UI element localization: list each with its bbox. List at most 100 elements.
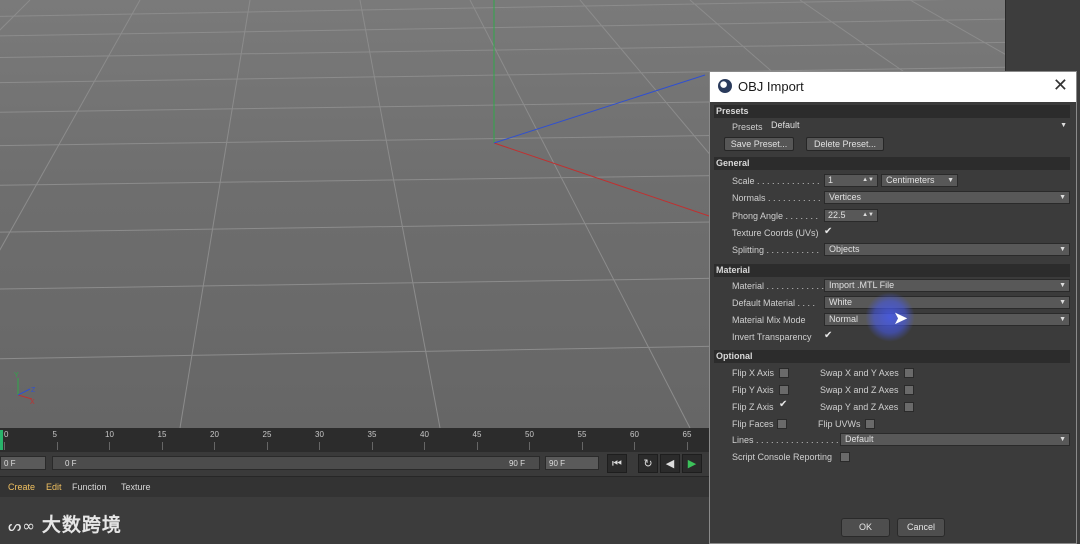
timeline-tick-mark: [109, 442, 110, 450]
chevron-down-icon: ▼: [1059, 316, 1066, 323]
swap-xz-checkbox[interactable]: [904, 385, 914, 395]
timeline-tick-mark: [424, 442, 425, 450]
skip-back-icon[interactable]: ⏮: [607, 454, 627, 473]
phong-angle-value: 22.5: [828, 210, 846, 220]
chevron-down-icon: ▼: [947, 177, 954, 184]
material-mix-mode-label: Material Mix Mode: [732, 315, 806, 325]
splitting-value: Objects: [829, 244, 860, 254]
presets-dropdown[interactable]: Default ▼: [767, 120, 1070, 133]
material-value: Import .MTL File: [829, 280, 895, 290]
playhead[interactable]: [0, 430, 3, 450]
watermark-text: 大数跨境: [41, 514, 122, 536]
timeline-tick-label: 20: [210, 430, 219, 439]
timeline-tick-label: 65: [682, 430, 692, 439]
scale-unit-dropdown[interactable]: Centimeters ▼: [881, 174, 958, 187]
scale-value: 1: [828, 175, 834, 185]
phong-angle-field[interactable]: 22.5 ▲▼: [824, 209, 878, 222]
normals-dropdown[interactable]: Vertices ▼: [824, 191, 1070, 204]
menu-create[interactable]: Create: [8, 482, 35, 492]
flip-x-checkbox[interactable]: [779, 368, 789, 378]
swap-xz-label: Swap X and Z Axes: [820, 385, 899, 395]
spinner-icon: ▲▼: [862, 177, 874, 183]
timeline-tick-mark: [371, 442, 373, 450]
scale-label: Scale . . . . . . . . . . . . .: [732, 176, 820, 186]
swap-xy-checkbox[interactable]: [904, 368, 914, 378]
flip-faces-checkbox[interactable]: [777, 419, 787, 429]
timeline-tick-label: 40: [420, 430, 429, 439]
frame-range-slider[interactable]: 0 F 90 F: [52, 456, 540, 470]
section-general[interactable]: General: [714, 157, 1070, 170]
flip-y-checkbox[interactable]: [779, 385, 789, 395]
splitting-dropdown[interactable]: Objects ▼: [824, 243, 1070, 256]
material-mix-mode-value: Normal: [829, 314, 859, 324]
cancel-button[interactable]: Cancel: [897, 518, 945, 537]
section-optional[interactable]: Optional: [714, 350, 1070, 363]
timeline-tick-label: 35: [367, 430, 377, 439]
script-console-checkbox[interactable]: [840, 452, 850, 462]
lines-dropdown[interactable]: Default ▼: [840, 433, 1070, 446]
axis-label-x: X: [30, 399, 35, 406]
timeline-tick-mark: [476, 442, 478, 450]
timeline-tick-mark: [581, 442, 583, 450]
play-icon[interactable]: ▶: [682, 454, 702, 473]
chevron-down-icon: ▼: [1059, 282, 1066, 289]
normals-value: Vertices: [829, 192, 862, 202]
current-frame-field[interactable]: 0 F: [0, 456, 46, 470]
mouse-cursor-icon: ➤: [893, 308, 909, 328]
timeline-tick-mark: [161, 442, 163, 450]
range-end-label: 90 F: [508, 459, 525, 468]
range-start-label: 0 F: [65, 459, 77, 468]
keyframe-record-icon[interactable]: ↻: [638, 454, 658, 473]
timeline-tick-mark: [686, 442, 688, 450]
timeline-tick-mark: [634, 442, 635, 450]
material-mix-mode-dropdown[interactable]: Normal ▼: [824, 313, 1070, 326]
menu-edit[interactable]: Edit: [46, 482, 62, 492]
default-material-dropdown[interactable]: White ▼: [824, 296, 1070, 309]
phong-angle-label: Phong Angle . . . . . . .: [732, 211, 819, 221]
swap-yz-checkbox[interactable]: [904, 402, 914, 412]
save-preset-button[interactable]: Save Preset...: [724, 137, 794, 151]
texture-coords-label: Texture Coords (UVs): [732, 228, 819, 238]
timeline-tick-mark: [529, 442, 530, 450]
invert-transparency-checkbox[interactable]: ✔: [824, 330, 832, 341]
end-frame-field[interactable]: 90 F: [545, 456, 599, 470]
timeline-tick-label: 0: [4, 430, 9, 439]
delete-preset-button[interactable]: Delete Preset...: [806, 137, 884, 151]
material-label: Material . . . . . . . . . . . .: [732, 281, 825, 291]
section-material[interactable]: Material: [714, 264, 1070, 277]
ok-button[interactable]: OK: [841, 518, 890, 537]
swap-yz-label: Swap Y and Z Axes: [820, 402, 899, 412]
section-presets[interactable]: Presets: [714, 105, 1070, 118]
menu-texture[interactable]: Texture: [121, 482, 151, 492]
timeline-tick-label: 15: [157, 430, 167, 439]
timeline-tick-label: 10: [105, 430, 114, 439]
flip-uvws-checkbox[interactable]: [865, 419, 875, 429]
normals-label: Normals . . . . . . . . . . .: [732, 193, 821, 203]
timeline-tick-mark: [266, 442, 268, 450]
scale-unit-value: Centimeters: [886, 175, 935, 185]
timeline-tick-mark: [56, 442, 58, 450]
chevron-down-icon: ▼: [1059, 194, 1066, 201]
menu-function[interactable]: Function: [72, 482, 107, 492]
chevron-down-icon: ▼: [1059, 246, 1066, 253]
timeline-tick-label: 25: [262, 430, 272, 439]
script-console-label: Script Console Reporting: [732, 452, 833, 462]
timeline-tick-label: 55: [577, 430, 587, 439]
dialog-titlebar[interactable]: OBJ Import ✕: [710, 72, 1076, 102]
step-back-icon[interactable]: ◀: [660, 454, 680, 473]
timeline-tick-label: 60: [630, 430, 639, 439]
cinema4d-icon: [718, 79, 732, 93]
presets-label: Presets: [732, 122, 763, 132]
flip-faces-label: Flip Faces: [732, 419, 774, 429]
timeline-tick-mark: [214, 442, 215, 450]
default-material-label: Default Material . . . .: [732, 298, 816, 308]
scale-field[interactable]: 1 ▲▼: [824, 174, 878, 187]
material-dropdown[interactable]: Import .MTL File ▼: [824, 279, 1070, 292]
flip-z-checkbox[interactable]: ✔: [779, 399, 787, 410]
chevron-down-icon: ▼: [1059, 436, 1066, 443]
flip-uvws-label: Flip UVWs: [818, 419, 861, 429]
timeline-tick-label: 5: [52, 430, 57, 439]
texture-coords-checkbox[interactable]: ✔: [824, 226, 832, 237]
close-icon[interactable]: ✕: [1053, 75, 1068, 96]
flip-x-label: Flip X Axis: [732, 368, 775, 378]
